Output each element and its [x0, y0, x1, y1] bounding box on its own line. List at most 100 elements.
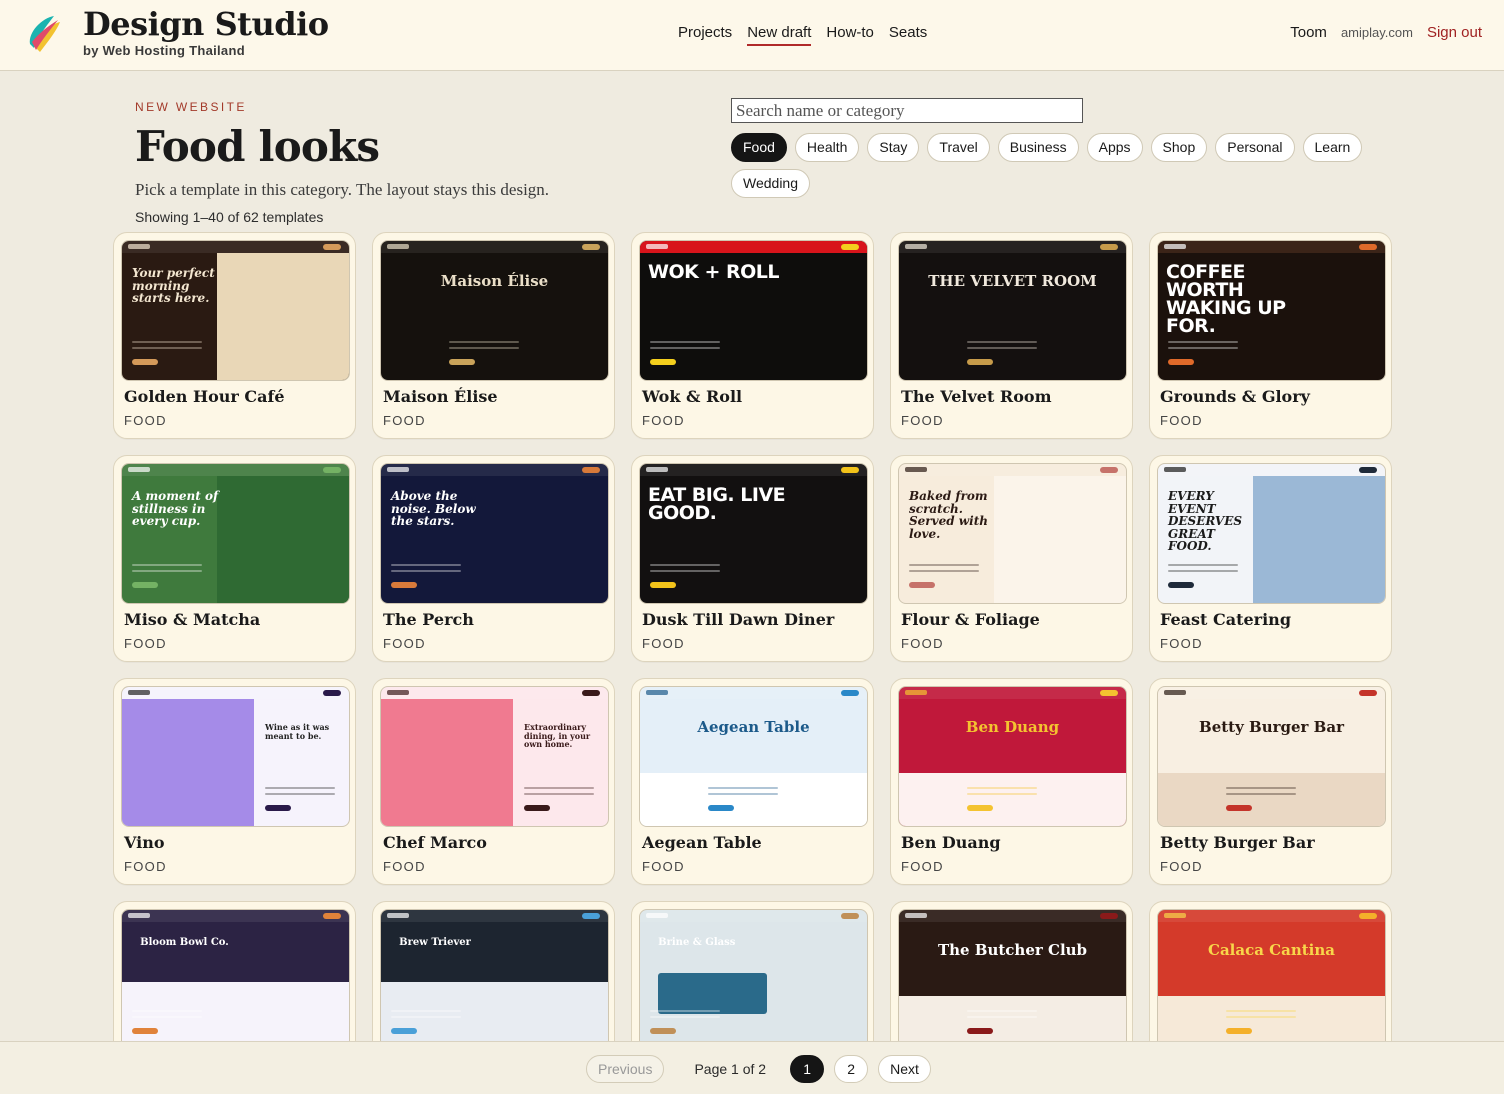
- template-preview[interactable]: Brine & Glass: [639, 909, 868, 1050]
- nav-seats[interactable]: Seats: [889, 24, 927, 46]
- template-preview[interactable]: The Butcher Club: [898, 909, 1127, 1050]
- template-preview[interactable]: Betty Burger Bar: [1157, 686, 1386, 827]
- preview-text-line: [650, 347, 720, 349]
- template-preview[interactable]: Your perfect morning starts here.: [121, 240, 350, 381]
- template-card[interactable]: EAT BIG. LIVE GOOD. Dusk Till Dawn Diner F…: [631, 455, 874, 662]
- template-card[interactable]: COFFEE WORTH WAKING UP FOR. Grounds & Glo…: [1149, 232, 1392, 439]
- template-preview[interactable]: EVERY EVENT DESERVES GREAT FOOD.: [1157, 463, 1386, 604]
- preview-headline: Brew Triever: [399, 936, 471, 948]
- template-preview[interactable]: A moment of stillness in every cup.: [121, 463, 350, 604]
- template-card[interactable]: THE VELVET ROOM The Velvet Room FOOD: [890, 232, 1133, 439]
- template-preview[interactable]: EAT BIG. LIVE GOOD.: [639, 463, 868, 604]
- preview-cta-button: [909, 582, 935, 588]
- template-preview[interactable]: Above the noise. Below the stars.: [380, 463, 609, 604]
- main-nav: Projects New draft How-to Seats: [678, 24, 927, 46]
- template-category: FOOD: [901, 859, 944, 874]
- template-category: FOOD: [642, 636, 685, 651]
- preview-text-line: [967, 341, 1038, 343]
- preview-headline: Your perfect morning starts here.: [132, 266, 215, 306]
- preview-headline: Extraordinary dining, in your own home.: [524, 722, 591, 749]
- preview-navbar: [899, 687, 1126, 699]
- preview-text-line: [967, 1016, 1038, 1018]
- category-chip[interactable]: Stay: [867, 133, 920, 162]
- page-2-button[interactable]: 2: [834, 1055, 869, 1083]
- template-preview[interactable]: Maison Élise: [380, 240, 609, 381]
- template-preview[interactable]: THE VELVET ROOM: [898, 240, 1127, 381]
- preview-navbar: [640, 910, 867, 922]
- template-card[interactable]: Betty Burger Bar Betty Burger Bar FOOD: [1149, 678, 1392, 885]
- template-preview[interactable]: COFFEE WORTH WAKING UP FOR.: [1157, 240, 1386, 381]
- preview-headline: Brine & Glass: [658, 936, 736, 948]
- preview-navbar: [122, 910, 349, 922]
- template-preview[interactable]: Baked from scratch. Served with love.: [898, 463, 1127, 604]
- template-card[interactable]: Aegean Table Aegean Table FOOD: [631, 678, 874, 885]
- preview-headline: A moment of stillness in every cup.: [132, 489, 219, 529]
- page-1-button[interactable]: 1: [790, 1055, 825, 1083]
- template-preview[interactable]: Wine as it was meant to be.: [121, 686, 350, 827]
- template-card[interactable]: WOK + ROLL Wok & Roll FOOD: [631, 232, 874, 439]
- user-name: Toom: [1290, 24, 1327, 41]
- previous-page-button[interactable]: Previous: [586, 1055, 665, 1083]
- preview-text-line: [524, 793, 594, 795]
- category-chip[interactable]: Business: [997, 133, 1079, 162]
- template-card[interactable]: Your perfect morning starts here. Golden …: [113, 232, 356, 439]
- template-card[interactable]: Wine as it was meant to be. Vino FOOD: [113, 678, 356, 885]
- user-domain: amiplay.com: [1340, 25, 1413, 40]
- template-name: Golden Hour Café: [124, 387, 285, 406]
- category-chip[interactable]: Apps: [1086, 133, 1143, 162]
- preview-text-line: [909, 564, 979, 566]
- nav-how-to[interactable]: How-to: [826, 24, 874, 46]
- preview-headline: Aegean Table: [697, 718, 810, 737]
- template-preview[interactable]: Ben Duang: [898, 686, 1127, 827]
- preview-navbar: [381, 241, 608, 253]
- brand-title[interactable]: Design Studio: [83, 5, 329, 43]
- category-chip[interactable]: Shop: [1150, 133, 1208, 162]
- design-studio-logo-icon[interactable]: [24, 12, 64, 54]
- template-preview[interactable]: WOK + ROLL: [639, 240, 868, 381]
- template-card[interactable]: EVERY EVENT DESERVES GREAT FOOD. Feast Ca…: [1149, 455, 1392, 662]
- category-chip[interactable]: Personal: [1215, 133, 1295, 162]
- preview-text-line: [132, 1016, 202, 1018]
- preview-text-line: [132, 564, 202, 566]
- template-preview[interactable]: Brew Triever: [380, 909, 609, 1050]
- template-category: FOOD: [124, 413, 167, 428]
- category-chip[interactable]: Learn: [1302, 133, 1363, 162]
- next-page-button[interactable]: Next: [878, 1055, 931, 1083]
- preview-navbar: [122, 241, 349, 253]
- template-card[interactable]: A moment of stillness in every cup. Miso …: [113, 455, 356, 662]
- preview-navbar: [122, 687, 349, 699]
- category-chip[interactable]: Travel: [927, 133, 990, 162]
- nav-new-draft[interactable]: New draft: [747, 24, 812, 46]
- template-preview[interactable]: Extraordinary dining, in your own home.: [380, 686, 609, 827]
- template-preview[interactable]: Calaca Cantina: [1157, 909, 1386, 1050]
- template-card[interactable]: Maison Élise Maison Élise FOOD: [372, 232, 615, 439]
- preview-navbar: [1158, 241, 1385, 253]
- template-preview[interactable]: Aegean Table: [639, 686, 868, 827]
- template-card[interactable]: Ben Duang Ben Duang FOOD: [890, 678, 1133, 885]
- sign-out-link[interactable]: Sign out: [1427, 24, 1482, 41]
- preview-cta-button: [132, 582, 158, 588]
- category-chip[interactable]: Health: [794, 133, 860, 162]
- template-card[interactable]: Above the noise. Below the stars. The Per…: [372, 455, 615, 662]
- preview-cta-button: [967, 359, 994, 365]
- preview-text-line: [449, 341, 520, 343]
- template-card[interactable]: Baked from scratch. Served with love. Flo…: [890, 455, 1133, 662]
- template-grid: Your perfect morning starts here. Golden …: [113, 232, 1392, 1094]
- preview-text-line: [265, 787, 335, 789]
- preview-navbar: [640, 464, 867, 476]
- search-input[interactable]: [731, 98, 1083, 123]
- preview-cta-button: [391, 1028, 417, 1034]
- preview-content-band: [1158, 773, 1385, 826]
- category-chip[interactable]: Food: [731, 133, 787, 162]
- preview-text-line: [132, 341, 202, 343]
- preview-navbar: [640, 241, 867, 253]
- nav-projects[interactable]: Projects: [678, 24, 732, 46]
- template-card[interactable]: Extraordinary dining, in your own home. C…: [372, 678, 615, 885]
- preview-text-line: [650, 564, 720, 566]
- preview-image-panel: [217, 476, 349, 603]
- preview-headline: Above the noise. Below the stars.: [391, 489, 476, 529]
- template-preview[interactable]: Bloom Bowl Co.: [121, 909, 350, 1050]
- preview-content-band: [899, 773, 1126, 826]
- preview-navbar: [1158, 464, 1385, 476]
- category-chip[interactable]: Wedding: [731, 169, 811, 198]
